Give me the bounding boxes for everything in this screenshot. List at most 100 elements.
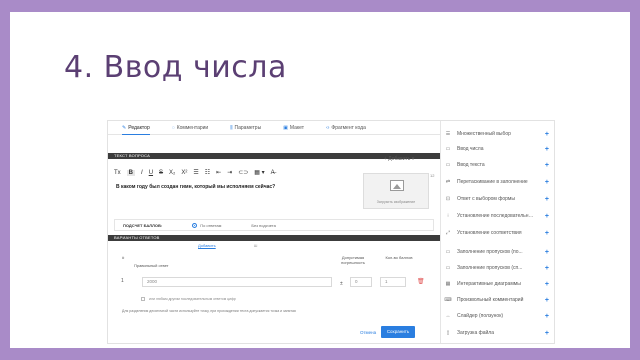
cancel-button[interactable]: Отмена bbox=[360, 330, 376, 335]
scoring-label: ПОДСЧЕТ БАЛЛОВ: bbox=[123, 222, 163, 228]
add-plus-icon[interactable]: + bbox=[545, 313, 549, 320]
code-icon: ‹› bbox=[326, 124, 330, 131]
add-plus-icon[interactable]: + bbox=[545, 265, 549, 272]
drag-icon: ⇄ bbox=[445, 179, 451, 185]
add-plus-icon[interactable]: + bbox=[545, 230, 549, 237]
panel-item-slider[interactable]: ↔ Слайдер (ползунок) + bbox=[443, 311, 553, 321]
list-icon: ☰ bbox=[445, 131, 451, 137]
col-tolerance: Допустимая погрешность bbox=[341, 255, 365, 265]
slide-title: 4. Ввод числа bbox=[64, 50, 287, 85]
order-icon: ⁝ bbox=[447, 213, 449, 219]
add-plus-icon[interactable]: + bbox=[545, 297, 549, 304]
add-plus-icon[interactable]: + bbox=[545, 162, 549, 169]
panel-item-matching[interactable]: ⤢ Установление соответствия + bbox=[443, 228, 553, 238]
add-plus-icon[interactable]: + bbox=[545, 213, 549, 220]
add-plus-icon[interactable]: + bbox=[545, 146, 549, 153]
format-toolbar: Tx B I U S X₂ X² ☰ ☷ ⇤ ⇥ ⊂⊃ ▦ ▾ A̶ bbox=[114, 169, 275, 176]
panel-item-fill-blanks[interactable]: ▭ Заполнение пропусков (по... + bbox=[443, 247, 553, 257]
blank-icon: ▭ bbox=[445, 249, 451, 255]
diagram-icon: ▦ bbox=[445, 281, 451, 287]
image-upload[interactable]: Загрузить изображение bbox=[363, 173, 429, 209]
col-answer: Правильный ответ bbox=[134, 263, 169, 268]
add-plus-icon[interactable]: + bbox=[545, 281, 549, 288]
subscript-icon[interactable]: X₂ bbox=[169, 170, 175, 176]
form-icon: ⊡ bbox=[445, 196, 451, 202]
panel-item-number-input[interactable]: ▭ Ввод числа + bbox=[443, 144, 553, 154]
panel-item-drag-fill[interactable]: ⇄ Перетаскивание в заполнение + bbox=[443, 177, 553, 187]
answers-other-link[interactable]: Ш bbox=[254, 243, 258, 248]
answer-value-input[interactable]: 2000 bbox=[142, 277, 332, 287]
table-icon[interactable]: ▦ ▾ bbox=[254, 169, 264, 176]
panel-divider bbox=[440, 121, 441, 343]
panel-item-text-input[interactable]: ▭ Ввод текста + bbox=[443, 160, 553, 170]
comment-box-icon: ⌨ bbox=[444, 297, 452, 303]
add-plus-icon[interactable]: + bbox=[545, 330, 549, 337]
col-points: Кол-во баллов bbox=[385, 255, 413, 260]
comment-icon: ◌ bbox=[171, 124, 175, 131]
tab-params[interactable]: ⫼ Параметры bbox=[230, 125, 261, 131]
link-icon[interactable]: ⊂⊃ bbox=[238, 169, 248, 176]
image-upload-caption: Загрузить изображение bbox=[376, 200, 416, 204]
panel-item-free-comment[interactable]: ⌨ Произвольный комментарий + bbox=[443, 295, 553, 305]
add-plus-icon[interactable]: + bbox=[545, 196, 549, 203]
scoring-row: ПОДСЧЕТ БАЛЛОВ: По ответам Без подсчета bbox=[114, 219, 434, 231]
bold-icon[interactable]: B bbox=[126, 169, 136, 176]
blank-list-icon: ▭ bbox=[445, 265, 451, 271]
tab-layout[interactable]: ▣ Макет bbox=[283, 125, 304, 131]
panel-item-form-answer[interactable]: ⊡ Ответ с выбором формы + bbox=[443, 194, 553, 204]
bullet-list-icon[interactable]: ☷ bbox=[205, 169, 210, 176]
tab-code[interactable]: ‹› Фрагмент кода bbox=[326, 125, 366, 131]
plus-minus-sign: ± bbox=[340, 281, 343, 287]
strike-icon[interactable]: S bbox=[159, 170, 163, 176]
image-counter: 12 bbox=[430, 173, 435, 178]
add-answer-link[interactable]: Добавить bbox=[198, 243, 216, 248]
editor-screenshot: ✎ Редактор ◌ Комментарии ⫼ Параметры ▣ Макет… bbox=[107, 120, 555, 344]
tab-comments[interactable]: ◌ Комментарии bbox=[172, 125, 208, 131]
answers-links: Добавить Ш bbox=[198, 243, 257, 248]
panel-item-fill-blanks-list[interactable]: ▭ Заполнение пропусков (сп... + bbox=[443, 263, 553, 273]
match-icon: ⤢ bbox=[445, 230, 450, 236]
superscript-icon[interactable]: X² bbox=[181, 170, 187, 176]
radio-no-scoring[interactable]: Без подсчета bbox=[251, 223, 276, 228]
alt-answer-checkbox-label: или любым другим последовательным ответо… bbox=[149, 297, 236, 301]
answer-row-index: 1 bbox=[121, 278, 124, 284]
pencil-icon: ✎ bbox=[122, 124, 127, 131]
underline-icon[interactable]: U bbox=[149, 170, 153, 176]
add-button[interactable]: + Добавить ▾ bbox=[384, 156, 414, 162]
panel-item-diagrams[interactable]: ▦ Интерактивные диаграммы + bbox=[443, 279, 553, 289]
sliders-icon: ⫼ bbox=[230, 124, 233, 131]
radio-checked-icon bbox=[192, 222, 198, 228]
radio-by-answers[interactable]: По ответам bbox=[192, 222, 221, 228]
editor-tabs: ✎ Редактор ◌ Комментарии ⫼ Параметры ▣ Макет… bbox=[108, 121, 440, 135]
remove-format-icon[interactable]: A̶ bbox=[271, 170, 275, 176]
alt-answer-checkbox-row[interactable]: или любым другим последовательным ответо… bbox=[141, 297, 236, 301]
layout-icon: ▣ bbox=[283, 124, 288, 131]
add-plus-icon[interactable]: + bbox=[545, 179, 549, 186]
text-icon: ▭ bbox=[445, 162, 451, 168]
tab-editor[interactable]: ✎ Редактор bbox=[122, 125, 150, 135]
add-plus-icon[interactable]: + bbox=[545, 131, 549, 138]
panel-item-file-upload[interactable]: ▯ Загрузка файла + bbox=[443, 328, 553, 338]
tolerance-input[interactable]: 0 bbox=[350, 277, 372, 287]
file-icon: ▯ bbox=[446, 330, 450, 336]
trash-icon[interactable]: 🗑 bbox=[417, 278, 425, 285]
clear-format-icon[interactable]: Tx bbox=[114, 170, 121, 176]
slide: 4. Ввод числа ✎ Редактор ◌ Комментарии ⫼ Па… bbox=[10, 12, 630, 348]
points-input[interactable]: 1 bbox=[380, 277, 406, 287]
question-text[interactable]: В каком году был создан гимн, который мы… bbox=[116, 184, 275, 190]
checkbox-icon[interactable] bbox=[141, 297, 145, 301]
number-icon: ▭ bbox=[445, 146, 451, 152]
italic-icon[interactable]: I bbox=[141, 170, 143, 176]
slider-icon: ↔ bbox=[445, 313, 451, 319]
outdent-icon[interactable]: ⇤ bbox=[216, 169, 221, 176]
col-hash: # bbox=[122, 255, 125, 260]
image-icon bbox=[390, 180, 404, 191]
add-plus-icon[interactable]: + bbox=[545, 249, 549, 256]
decimal-note: Для разделения десятичной части использу… bbox=[122, 309, 296, 313]
save-button[interactable]: Сохранить bbox=[381, 326, 415, 338]
indent-icon[interactable]: ⇥ bbox=[227, 169, 232, 176]
panel-item-multiple-choice[interactable]: ☰ Множественный выбор + bbox=[443, 129, 553, 139]
panel-item-sequence[interactable]: ⁝ Установление последовательности + bbox=[443, 211, 553, 221]
numbered-list-icon[interactable]: ☰ bbox=[193, 169, 198, 176]
answers-section-header: Варианты ответов bbox=[108, 235, 440, 241]
